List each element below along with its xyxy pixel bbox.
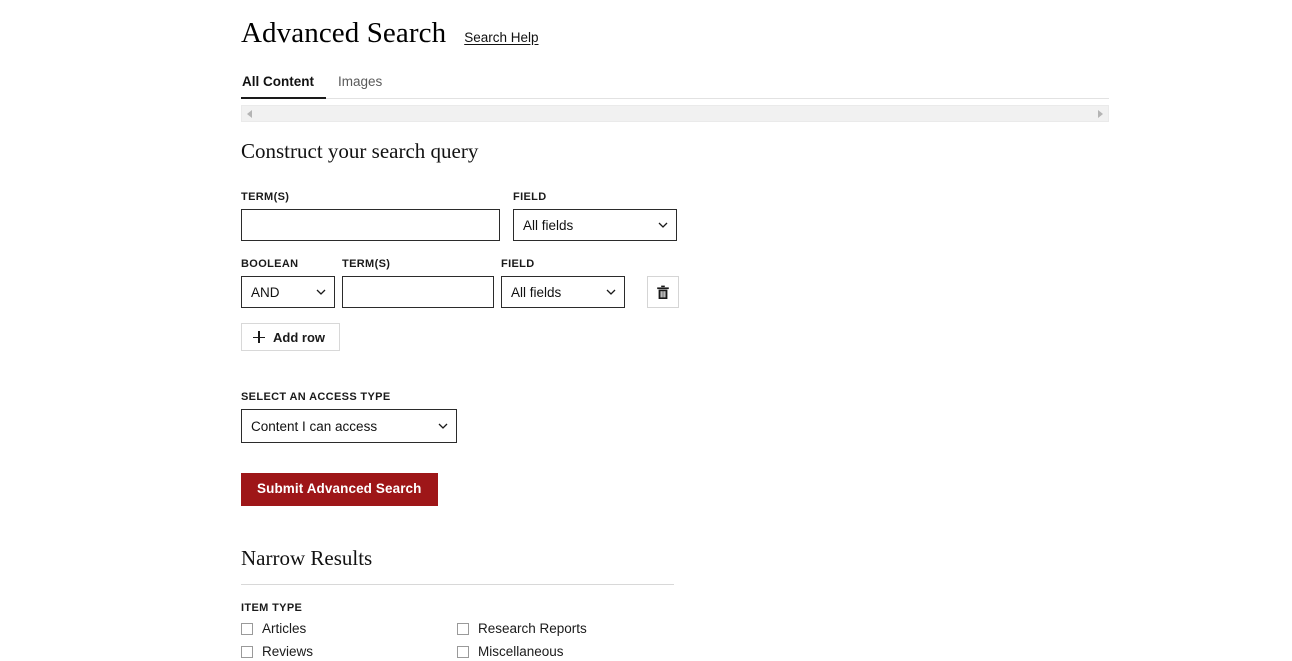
scroll-right-button[interactable]	[1093, 106, 1108, 121]
tab-all-content[interactable]: All Content	[241, 74, 326, 99]
field-label-2: FIELD	[501, 258, 535, 270]
checkbox-research-reports[interactable]: Research Reports	[457, 619, 673, 638]
submit-advanced-search-button[interactable]: Submit Advanced Search	[241, 473, 438, 506]
add-row-label: Add row	[273, 329, 325, 345]
horizontal-scrollbar[interactable]	[241, 105, 1109, 122]
terms-group-1: TERM(S)	[241, 191, 500, 241]
field-group-1: FIELD All fields	[513, 191, 677, 241]
checkbox-label: Reviews	[262, 644, 314, 659]
checkbox-box[interactable]	[241, 645, 253, 658]
boolean-group-2: BOOLEAN AND	[241, 258, 335, 308]
terms-input-1[interactable]	[241, 209, 500, 241]
field-select-2[interactable]: All fields	[501, 276, 625, 308]
access-type-group: SELECT AN ACCESS TYPE Content I can acce…	[241, 391, 1292, 443]
query-row-1: TERM(S) FIELD All fields	[241, 191, 1292, 241]
checkbox-box[interactable]	[457, 622, 469, 635]
boolean-label-2: BOOLEAN	[241, 258, 299, 270]
checkbox-box[interactable]	[241, 622, 253, 635]
terms-label-2: TERM(S)	[342, 258, 391, 270]
field-label-1: FIELD	[513, 191, 547, 203]
plus-icon	[253, 331, 265, 343]
trash-icon	[657, 285, 669, 299]
checkbox-miscellaneous[interactable]: Miscellaneous	[457, 642, 673, 661]
checkbox-label: Miscellaneous	[478, 644, 564, 659]
triangle-right-icon	[1098, 109, 1103, 118]
content-tabs: All Content Images	[241, 68, 1109, 99]
field-select-2-value[interactable]: All fields	[501, 276, 625, 308]
item-type-label: ITEM TYPE	[241, 602, 303, 614]
query-row-2: BOOLEAN AND TERM(S) FIELD All fields	[241, 258, 1292, 308]
narrow-results-divider	[241, 584, 674, 585]
tab-images[interactable]: Images	[326, 74, 394, 98]
checkbox-articles[interactable]: Articles	[241, 619, 457, 638]
terms-group-2: TERM(S)	[342, 258, 494, 308]
construct-query-heading: Construct your search query	[241, 139, 479, 163]
boolean-select-2[interactable]: AND	[241, 276, 335, 308]
access-type-label: SELECT AN ACCESS TYPE	[241, 391, 391, 403]
query-builder: TERM(S) FIELD All fields BOOLEAN AND TER…	[241, 191, 1292, 351]
delete-row-button[interactable]	[647, 276, 679, 308]
page-header: Advanced Search Search Help	[241, 0, 1292, 50]
checkbox-label: Research Reports	[478, 621, 587, 636]
checkbox-box[interactable]	[457, 645, 469, 658]
access-type-value[interactable]: Content I can access	[241, 409, 457, 443]
terms-input-2[interactable]	[342, 276, 494, 308]
search-help-link[interactable]: Search Help	[464, 30, 538, 45]
item-type-checkbox-grid: Articles Research Reports Reviews Miscel…	[241, 619, 1292, 661]
field-select-1[interactable]: All fields	[513, 209, 677, 241]
checkbox-label: Articles	[262, 621, 307, 636]
scroll-left-button[interactable]	[242, 106, 257, 121]
narrow-results-heading: Narrow Results	[241, 546, 373, 570]
page-title: Advanced Search	[241, 17, 447, 49]
terms-label-1: TERM(S)	[241, 191, 290, 203]
boolean-select-2-value[interactable]: AND	[241, 276, 335, 308]
access-type-select[interactable]: Content I can access	[241, 409, 457, 443]
triangle-left-icon	[247, 109, 252, 118]
advanced-search-page: Advanced Search Search Help All Content …	[241, 0, 1292, 659]
field-group-2: FIELD All fields	[501, 258, 625, 308]
add-row-button[interactable]: Add row	[241, 323, 340, 351]
field-select-1-value[interactable]: All fields	[513, 209, 677, 241]
checkbox-reviews[interactable]: Reviews	[241, 642, 457, 661]
